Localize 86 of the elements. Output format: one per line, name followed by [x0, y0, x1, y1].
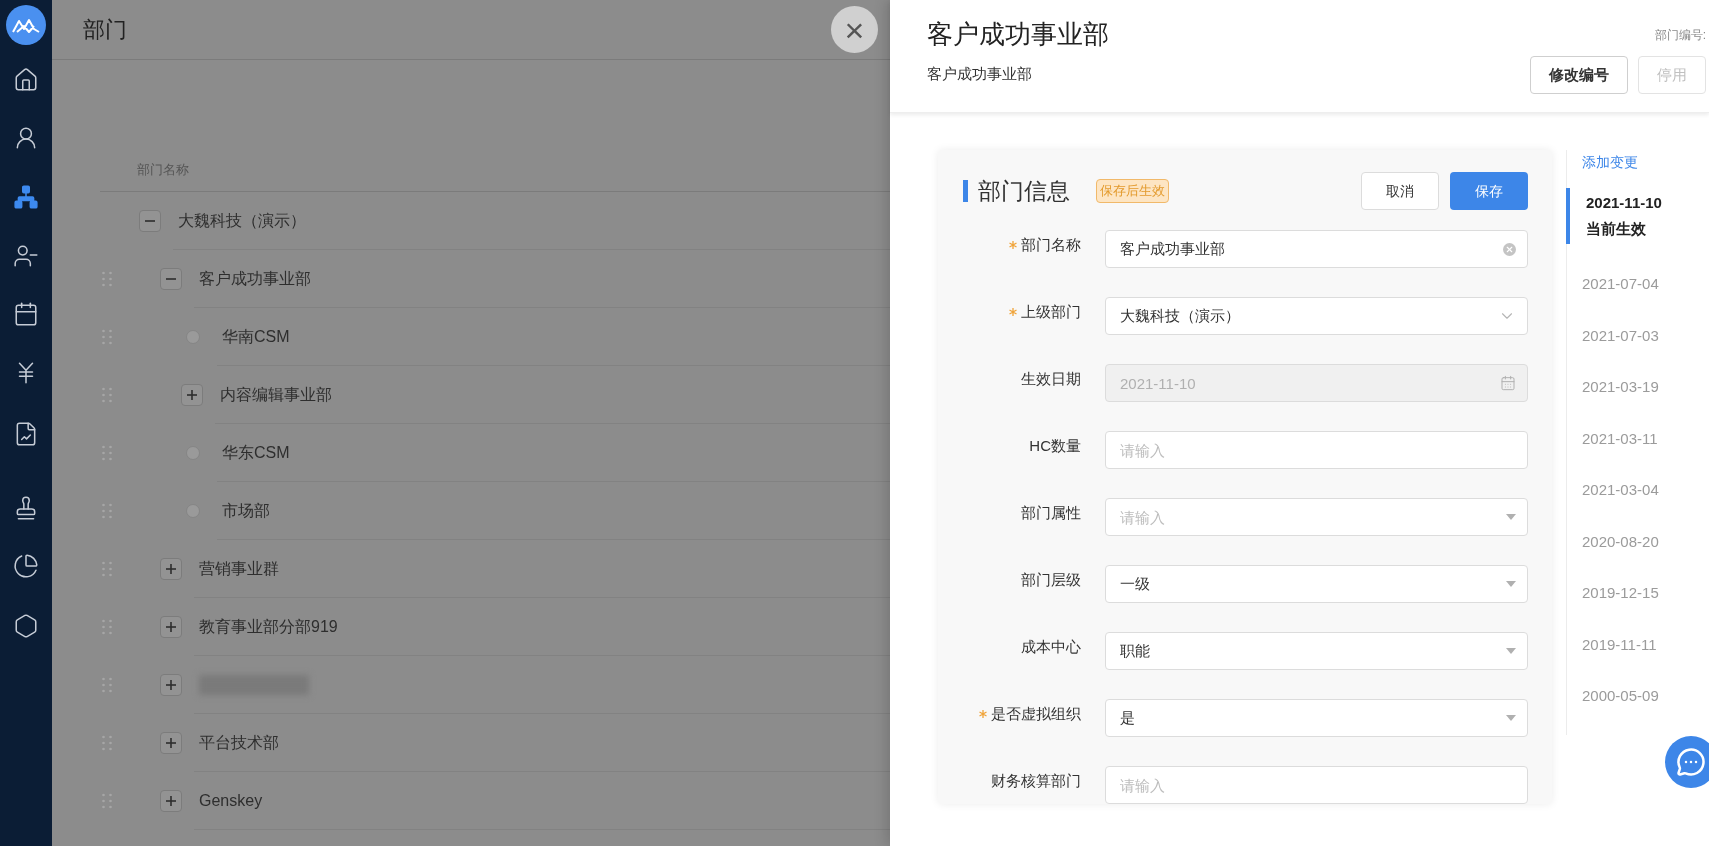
expand-button[interactable] [160, 558, 182, 580]
plus-icon [165, 679, 177, 691]
field-label: 财务核算部门 [991, 771, 1081, 791]
text-field[interactable]: 客户成功事业部 [1105, 230, 1528, 268]
drag-handle-icon[interactable] [102, 677, 112, 693]
department-name[interactable]: Genskey [199, 788, 263, 813]
chat-bubble-icon [1676, 747, 1706, 777]
expand-button[interactable] [160, 732, 182, 754]
caret-down-icon [1506, 715, 1516, 721]
cancel-button[interactable]: 取消 [1361, 172, 1439, 210]
plus-icon [165, 621, 177, 633]
page-title: 部门 [83, 16, 127, 44]
select-field[interactable]: 一级 [1105, 565, 1528, 603]
timeline-item[interactable]: 2020-08-20 [1566, 530, 1709, 553]
drag-handle-icon[interactable] [102, 271, 112, 287]
text-field[interactable]: 请输入 [1105, 766, 1528, 804]
expand-button[interactable] [160, 616, 182, 638]
save-button[interactable]: 保存 [1450, 172, 1528, 210]
department-name[interactable]: 内容编辑事业部 [220, 382, 332, 407]
timeline-item[interactable]: 2021-03-11 [1566, 427, 1709, 450]
code-label: 部门编号: [1654, 27, 1706, 44]
calendar-icon[interactable] [13, 301, 39, 327]
drawer-subtitle: 客户成功事业部 [927, 63, 1033, 84]
expand-button[interactable] [160, 790, 182, 812]
field-label: 上级部门 [1021, 302, 1081, 322]
logo-icon[interactable] [6, 5, 46, 45]
plus-icon [186, 389, 198, 401]
org-chart-icon[interactable] [13, 184, 39, 210]
hexagon-icon[interactable] [13, 613, 39, 639]
department-name[interactable]: 教育事业部分部919 [199, 614, 338, 639]
department-name[interactable]: 市场部 [222, 498, 270, 523]
expand-button[interactable] [181, 384, 203, 406]
field-label: 部门层级 [1021, 570, 1081, 590]
caret-down-icon [1506, 514, 1516, 520]
drag-handle-icon[interactable] [102, 793, 112, 809]
field-label: 部门名称 [1021, 235, 1081, 255]
drag-handle-icon[interactable] [102, 503, 112, 519]
timeline-item[interactable]: 2021-03-04 [1566, 479, 1709, 502]
field-label: 部门属性 [1021, 503, 1081, 523]
select-field[interactable]: 请输入 [1105, 498, 1528, 536]
card-title: 部门信息 [978, 176, 1070, 206]
home-icon[interactable] [13, 67, 39, 93]
chat-button[interactable] [1665, 736, 1709, 788]
drag-handle-icon[interactable] [102, 735, 112, 751]
plus-icon [165, 563, 177, 575]
department-name[interactable]: 华南CSM [222, 324, 290, 349]
calendar-icon [1500, 375, 1516, 391]
header-button[interactable]: 修改编号 [1530, 56, 1628, 94]
drag-handle-icon[interactable] [102, 445, 112, 461]
select-field[interactable]: 是 [1105, 699, 1528, 737]
drag-handle-icon[interactable] [102, 329, 112, 345]
drag-handle-icon[interactable] [102, 387, 112, 403]
plus-icon [165, 795, 177, 807]
expand-button[interactable] [160, 674, 182, 696]
caret-down-icon [1506, 581, 1516, 587]
field-label: 是否虚拟组织 [991, 704, 1081, 724]
department-name[interactable]: 大魏科技（演示） [178, 208, 306, 233]
timeline-item[interactable]: 2021-07-04 [1566, 273, 1709, 296]
timeline-item[interactable]: 2021-07-03 [1566, 324, 1709, 347]
select-field[interactable]: 大魏科技（演示） [1105, 297, 1528, 335]
department-name[interactable]: 客户成功事业部 [199, 266, 311, 291]
status-tag: 保存后生效 [1096, 179, 1169, 203]
select-field[interactable]: 职能 [1105, 632, 1528, 670]
collapse-button[interactable] [139, 210, 161, 232]
timeline-item[interactable]: 2021-03-19 [1566, 376, 1709, 399]
timeline-item[interactable]: 2019-12-15 [1566, 582, 1709, 605]
department-name[interactable]: 营销事业群 [199, 556, 279, 581]
drag-handle-icon[interactable] [102, 619, 112, 635]
accent-bar [963, 180, 968, 202]
timeline-item[interactable]: 2000-05-09 [1566, 685, 1709, 708]
collapse-button[interactable] [160, 268, 182, 290]
caret-down-icon [1506, 648, 1516, 654]
plus-icon [165, 737, 177, 749]
timeline-item[interactable]: 2019-11-11 [1566, 633, 1709, 656]
close-button[interactable]: × [831, 6, 878, 53]
field-label: HC数量 [1029, 436, 1081, 456]
timeline-item[interactable]: 2021-11-10 当前生效 [1566, 188, 1709, 244]
field-label: 生效日期 [1021, 369, 1081, 389]
add-change-link[interactable]: 添加变更 [1567, 150, 1709, 173]
pie-chart-icon[interactable] [13, 553, 39, 579]
field-label: 成本中心 [1021, 637, 1081, 657]
department-name[interactable]: 平台技术部 [199, 730, 279, 755]
drawer-title: 客户成功事业部 [927, 18, 1109, 51]
drag-handle-icon[interactable] [102, 561, 112, 577]
department-name[interactable]: 华东CSM [222, 440, 290, 465]
text-field[interactable]: 请输入 [1105, 431, 1528, 469]
